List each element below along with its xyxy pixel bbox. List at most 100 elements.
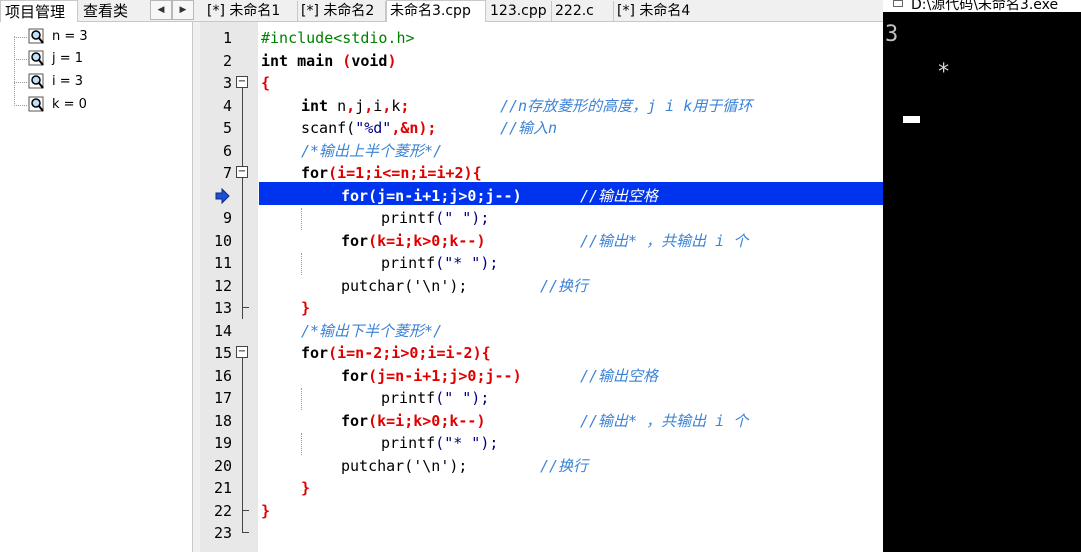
fold-end [242, 307, 249, 308]
line-number: 5 [222, 119, 232, 137]
line-number: 18 [213, 411, 232, 430]
tab-class-view[interactable]: 查看类 [79, 0, 139, 22]
watch-label: k = 0 [52, 97, 87, 112]
line-number: 2 [222, 51, 232, 70]
fold-end [242, 510, 249, 511]
file-tab[interactable]: [*] 未命名4 [614, 1, 704, 22]
code-line: for(k=i;k>0;k--) [341, 411, 486, 430]
scroll-right-button[interactable]: ▶ [172, 0, 194, 20]
indent-guide [301, 433, 302, 455]
code-line: for(j=n-i+1;j>0;j--) [341, 366, 522, 385]
line-number: 23 [213, 524, 232, 542]
code-line: putchar('\n'); [341, 456, 468, 475]
watch-magnifier-icon [28, 96, 44, 112]
line-number: 15 [213, 344, 232, 362]
code-line: } [301, 479, 311, 497]
file-tab[interactable]: [*] 未命名1 [204, 1, 298, 22]
line-number: 16 [213, 366, 232, 385]
console-titlebar[interactable]: D:\源代码\未命名3.exe [883, 0, 1081, 12]
fold-guide [242, 88, 243, 319]
watch-magnifier-icon [28, 50, 44, 66]
line-number: 19 [213, 434, 232, 452]
code-line: int n,j,i,k; [301, 96, 410, 115]
line-number: 6 [222, 141, 232, 160]
code-line-current: for(j=n-i+1;j>0;j--) [341, 186, 522, 205]
editor-file-tabs: [*] 未命名1 [*] 未命名2 未命名3.cpp 123.cpp 222.c… [200, 0, 883, 23]
watch-magnifier-icon [28, 73, 44, 89]
code-line: putchar('\n'); [341, 276, 468, 295]
indent-guide [301, 253, 302, 275]
code-comment: /*输出下半个菱形*/ [301, 321, 443, 340]
line-number: 20 [213, 456, 232, 475]
tab-scroll-buttons: ◀ ▶ [150, 0, 196, 20]
console-title: D:\源代码\未命名3.exe [911, 0, 1059, 12]
line-number: 22 [213, 501, 232, 520]
code-line: printf("* "); [381, 434, 499, 452]
code-line: { [261, 74, 271, 92]
line-number: 1 [222, 29, 232, 47]
tree-connector [14, 59, 27, 60]
code-comment: //输出空格 [580, 186, 659, 205]
fold-collapse-icon[interactable]: − [236, 166, 248, 178]
code-comment: //换行 [540, 276, 589, 295]
fold-collapse-icon[interactable]: − [236, 76, 248, 88]
code-comment: //输出空格 [580, 366, 659, 385]
code-line: #include<stdio.h> [261, 29, 415, 47]
line-number: 21 [213, 479, 232, 497]
scroll-left-button[interactable]: ◀ [150, 0, 172, 20]
file-tab[interactable]: 222.c [552, 1, 614, 22]
console-app-icon [893, 0, 903, 7]
code-line: int main (void) [261, 51, 397, 70]
line-number: 4 [222, 96, 232, 115]
line-number: 7 [222, 164, 232, 182]
watch-label: j = 1 [52, 51, 84, 66]
watch-item-j[interactable]: j = 1 [28, 48, 188, 70]
code-line: for(i=n-2;i>0;i=i-2){ [301, 344, 491, 362]
code-line: printf(" "); [381, 389, 490, 407]
line-number: 9 [222, 209, 232, 227]
code-line: for(i=1;i<=n;i=i+2){ [301, 164, 482, 182]
code-line: printf("* "); [381, 254, 499, 272]
current-line-arrow-icon [215, 188, 230, 204]
indent-guide [301, 208, 302, 230]
line-number: 13 [213, 299, 232, 317]
tree-connector [14, 82, 27, 83]
watch-item-i[interactable]: i = 3 [28, 71, 188, 93]
watch-item-k[interactable]: k = 0 [28, 94, 188, 116]
code-comment: //输出* ，共输出 i 个 [580, 411, 749, 430]
fold-collapse-icon[interactable]: − [236, 346, 248, 358]
code-comment: /*输出上半个菱形*/ [301, 141, 443, 160]
tab-project-manager[interactable]: 项目管理 [0, 0, 78, 22]
fold-guide [242, 510, 243, 532]
line-number-gutter: 1 2 3 4 5 6 7 9 10 11 12 13 14 15 16 17 … [200, 22, 258, 552]
code-line: } [301, 299, 311, 317]
line-number: 14 [213, 321, 232, 340]
code-line: } [261, 501, 271, 520]
file-tab[interactable]: [*] 未命名2 [298, 1, 386, 22]
left-panel-tabs: 项目管理 查看类 ◀ ▶ [0, 0, 200, 22]
file-tab-active[interactable]: 未命名3.cpp [386, 0, 486, 23]
watch-item-n[interactable]: n = 3 [28, 26, 188, 48]
code-comment: //输入n [500, 119, 558, 137]
code-comment: //换行 [540, 456, 589, 475]
line-number: 3 [222, 74, 232, 92]
code-editor[interactable]: 1 2 3 4 5 6 7 9 10 11 12 13 14 15 16 17 … [200, 22, 883, 552]
file-tab[interactable]: 123.cpp [487, 1, 552, 22]
console-window[interactable]: D:\源代码\未命名3.exe 3 * [883, 0, 1081, 552]
line-number: 10 [213, 231, 232, 250]
fold-end [242, 532, 249, 533]
tree-connector [14, 36, 15, 106]
tree-connector [14, 105, 27, 106]
code-line: printf(" "); [381, 209, 490, 227]
tree-connector [14, 37, 27, 38]
line-number: 12 [213, 276, 232, 295]
watch-label: i = 3 [52, 74, 84, 89]
code-comment: //n存放菱形的高度，j i k用于循环 [500, 96, 753, 115]
code-line: for(k=i;k>0;k--) [341, 231, 486, 250]
indent-guide [301, 388, 302, 410]
fold-guide [242, 358, 243, 510]
watch-label: n = 3 [52, 29, 88, 44]
console-output-line: * [937, 60, 951, 85]
line-number: 11 [213, 254, 232, 272]
debug-watch-panel: n = 3 j = 1 i = 3 k = 0 [0, 22, 193, 552]
